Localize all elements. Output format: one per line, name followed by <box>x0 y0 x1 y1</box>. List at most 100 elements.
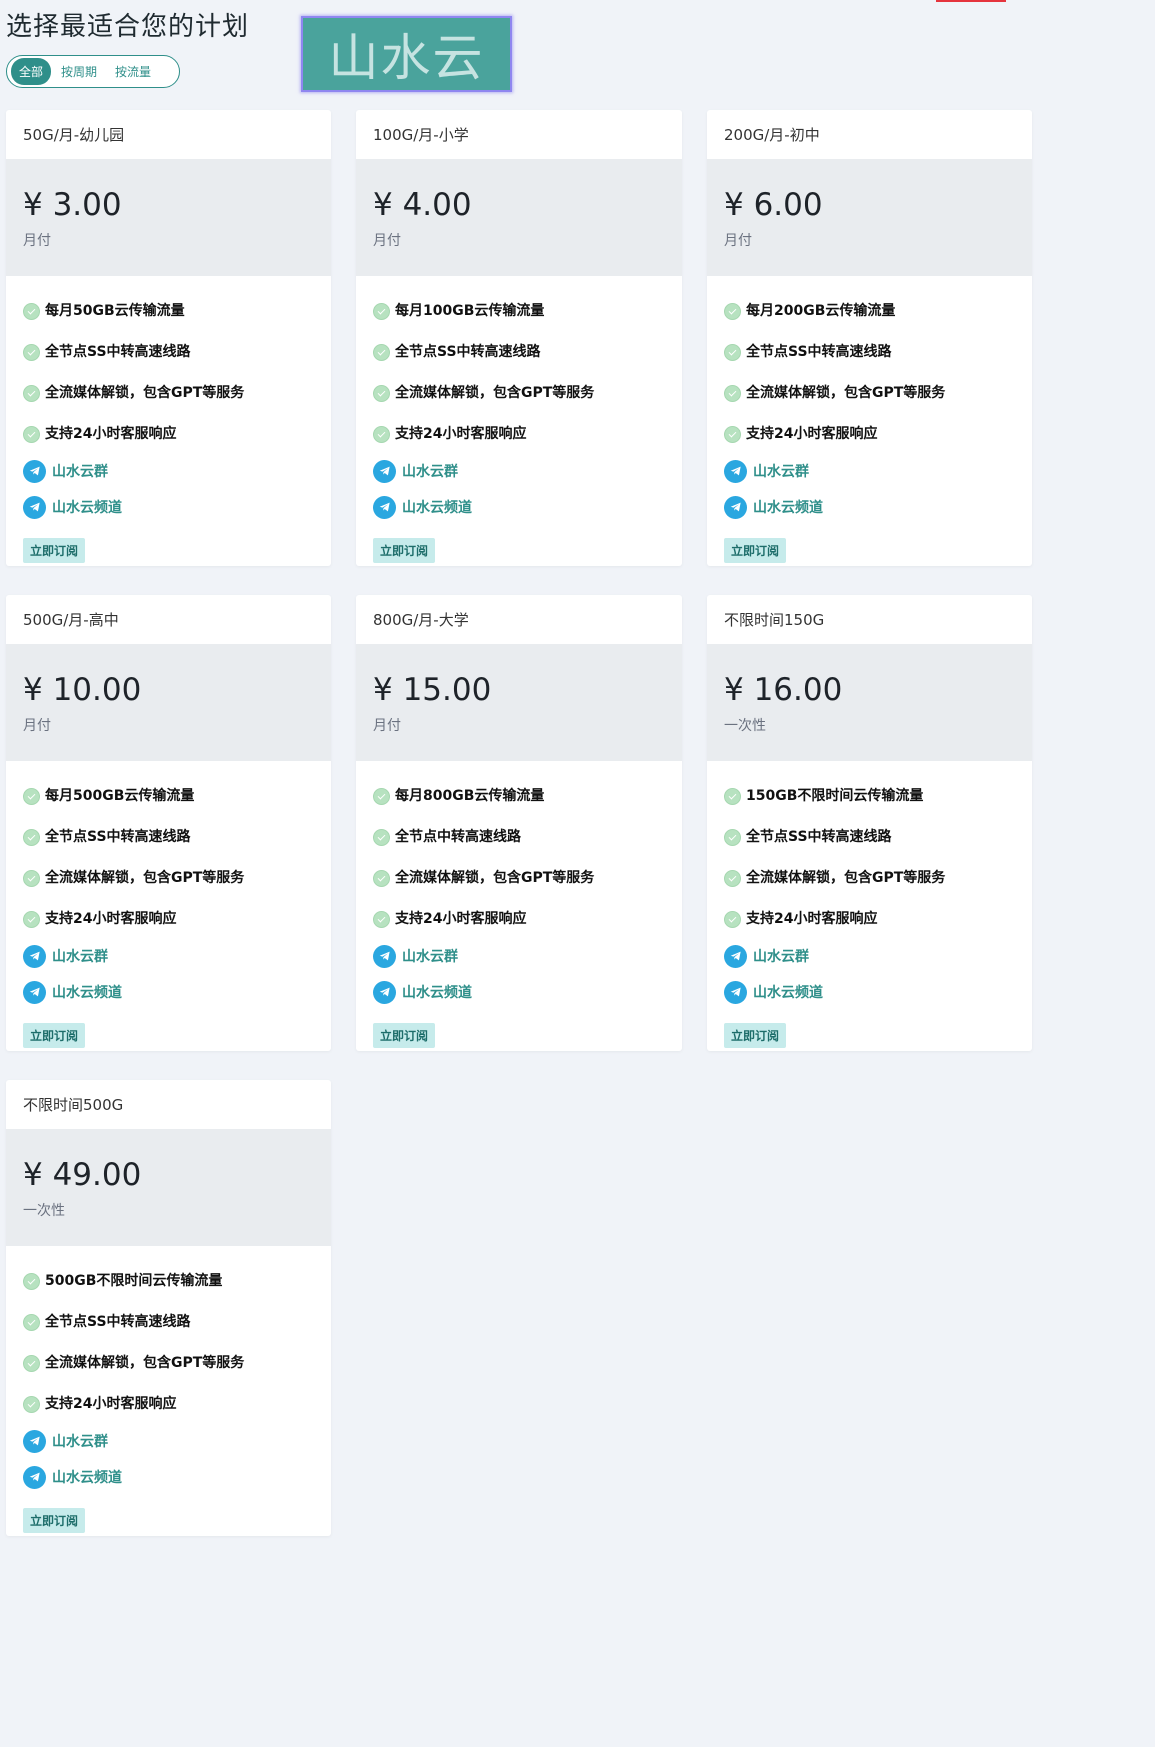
feature-text: 每月100GB云传输流量 <box>395 302 545 319</box>
plan-features: 每月800GB云传输流量 全节点中转高速线路 全流媒体解锁，包含GPT等服务 支… <box>356 761 682 1051</box>
telegram-channel-link[interactable]: 山水云频道 <box>724 974 1015 1010</box>
telegram-channel-label[interactable]: 山水云频道 <box>753 982 823 1002</box>
plan-card: 50G/月-幼儿园 ¥ 3.00 月付 每月50GB云传输流量 全节点SS中转高… <box>6 110 331 566</box>
filter-tab-all[interactable]: 全部 <box>11 58 52 85</box>
telegram-icon <box>23 944 46 968</box>
telegram-channel-label[interactable]: 山水云频道 <box>52 1467 122 1487</box>
feature-item: 每月800GB云传输流量 <box>373 774 665 815</box>
feature-text: 全流媒体解锁，包含GPT等服务 <box>45 1354 245 1371</box>
telegram-channel-label[interactable]: 山水云频道 <box>52 982 122 1002</box>
check-circle-icon <box>23 911 40 928</box>
plan-features: 每月500GB云传输流量 全节点SS中转高速线路 全流媒体解锁，包含GPT等服务… <box>6 761 331 1051</box>
telegram-channel-label[interactable]: 山水云频道 <box>402 497 472 517</box>
feature-item: 全流媒体解锁，包含GPT等服务 <box>373 856 665 897</box>
telegram-group-label[interactable]: 山水云群 <box>402 461 458 481</box>
plan-card: 500G/月-高中 ¥ 10.00 月付 每月500GB云传输流量 全节点SS中… <box>6 595 331 1051</box>
check-circle-icon <box>724 829 741 846</box>
telegram-group-label[interactable]: 山水云群 <box>753 946 809 966</box>
feature-text: 全流媒体解锁，包含GPT等服务 <box>395 384 595 401</box>
page-title: 选择最适合您的计划 <box>6 12 250 42</box>
plan-period: 一次性 <box>724 718 766 734</box>
pricing-page: 选择最适合您的计划 山水云 全部 按周期 按流量 50G/月-幼儿园 ¥ 3.0… <box>0 0 1037 1568</box>
telegram-group-link[interactable]: 山水云群 <box>373 453 665 489</box>
telegram-icon <box>724 495 747 519</box>
telegram-channel-label[interactable]: 山水云频道 <box>753 497 823 517</box>
check-circle-icon <box>724 911 741 928</box>
plan-price-band: ¥ 15.00 月付 <box>356 644 682 761</box>
subscribe-button[interactable]: 立即订阅 <box>23 538 86 563</box>
plan-price-band: ¥ 3.00 月付 <box>6 159 331 276</box>
feature-text: 全节点中转高速线路 <box>395 828 521 845</box>
telegram-channel-label[interactable]: 山水云频道 <box>402 982 472 1002</box>
subscribe-button[interactable]: 立即订阅 <box>373 1023 436 1048</box>
plan-card: 不限时间150G ¥ 16.00 一次性 150GB不限时间云传输流量 全节点S… <box>707 595 1032 1051</box>
plan-name: 800G/月-大学 <box>373 611 469 629</box>
telegram-group-label[interactable]: 山水云群 <box>402 946 458 966</box>
check-circle-icon <box>724 788 741 805</box>
plan-features: 每月50GB云传输流量 全节点SS中转高速线路 全流媒体解锁，包含GPT等服务 … <box>6 276 331 566</box>
telegram-channel-link[interactable]: 山水云频道 <box>373 489 665 525</box>
check-circle-icon <box>373 426 390 443</box>
telegram-channel-link[interactable]: 山水云频道 <box>373 974 665 1010</box>
telegram-icon <box>373 495 396 519</box>
filter-tab-by-traffic[interactable]: 按流量 <box>107 58 159 85</box>
check-circle-icon <box>23 870 40 887</box>
plan-card: 800G/月-大学 ¥ 15.00 月付 每月800GB云传输流量 全节点中转高… <box>356 595 682 1051</box>
feature-text: 支持24小时客服响应 <box>746 910 878 927</box>
feature-text: 支持24小时客服响应 <box>746 425 878 442</box>
telegram-channel-link[interactable]: 山水云频道 <box>724 489 1015 525</box>
telegram-group-label[interactable]: 山水云群 <box>52 946 108 966</box>
telegram-group-link[interactable]: 山水云群 <box>373 938 665 974</box>
feature-item: 全流媒体解锁，包含GPT等服务 <box>724 371 1015 412</box>
feature-item: 全节点SS中转高速线路 <box>23 330 314 371</box>
telegram-icon <box>23 1429 46 1453</box>
feature-text: 全节点SS中转高速线路 <box>746 828 892 845</box>
telegram-group-label[interactable]: 山水云群 <box>52 461 108 481</box>
telegram-group-label[interactable]: 山水云群 <box>753 461 809 481</box>
feature-text: 全流媒体解锁，包含GPT等服务 <box>45 384 245 401</box>
plan-features: 500GB不限时间云传输流量 全节点SS中转高速线路 全流媒体解锁，包含GPT等… <box>6 1246 331 1536</box>
check-circle-icon <box>373 870 390 887</box>
check-circle-icon <box>724 385 741 402</box>
feature-item: 每月50GB云传输流量 <box>23 289 314 330</box>
subscribe-button[interactable]: 立即订阅 <box>373 538 436 563</box>
subscribe-button[interactable]: 立即订阅 <box>23 1023 86 1048</box>
feature-text: 全节点SS中转高速线路 <box>45 343 191 360</box>
check-circle-icon <box>373 911 390 928</box>
plan-period: 月付 <box>23 233 51 249</box>
subscribe-button[interactable]: 立即订阅 <box>724 1023 787 1048</box>
feature-item: 支持24小时客服响应 <box>724 412 1015 453</box>
filter-tab-by-period[interactable]: 按周期 <box>53 58 105 85</box>
telegram-channel-link[interactable]: 山水云频道 <box>23 1459 314 1495</box>
telegram-icon <box>373 459 396 483</box>
feature-item: 支持24小时客服响应 <box>23 897 314 938</box>
telegram-channel-label[interactable]: 山水云频道 <box>52 497 122 517</box>
telegram-icon <box>373 944 396 968</box>
telegram-group-link[interactable]: 山水云群 <box>23 1423 314 1459</box>
feature-text: 全流媒体解锁，包含GPT等服务 <box>395 869 595 886</box>
feature-item: 500GB不限时间云传输流量 <box>23 1259 314 1300</box>
telegram-group-link[interactable]: 山水云群 <box>724 453 1015 489</box>
telegram-channel-link[interactable]: 山水云频道 <box>23 974 314 1010</box>
telegram-group-link[interactable]: 山水云群 <box>23 938 314 974</box>
telegram-group-label[interactable]: 山水云群 <box>52 1431 108 1451</box>
telegram-group-link[interactable]: 山水云群 <box>724 938 1015 974</box>
plan-features: 每月200GB云传输流量 全节点SS中转高速线路 全流媒体解锁，包含GPT等服务… <box>707 276 1032 566</box>
telegram-channel-link[interactable]: 山水云频道 <box>23 489 314 525</box>
subscribe-button[interactable]: 立即订阅 <box>724 538 787 563</box>
telegram-group-link[interactable]: 山水云群 <box>23 453 314 489</box>
check-circle-icon <box>724 303 741 320</box>
top-accent-bar <box>936 0 1006 2</box>
subscribe-button[interactable]: 立即订阅 <box>23 1508 86 1533</box>
check-circle-icon <box>23 303 40 320</box>
plan-card: 200G/月-初中 ¥ 6.00 月付 每月200GB云传输流量 全节点SS中转… <box>707 110 1032 566</box>
plan-card: 不限时间500G ¥ 49.00 一次性 500GB不限时间云传输流量 全节点S… <box>6 1080 331 1536</box>
plan-price-band: ¥ 6.00 月付 <box>707 159 1032 276</box>
plan-price: ¥ 10.00 <box>23 672 142 708</box>
feature-text: 全节点SS中转高速线路 <box>45 828 191 845</box>
plan-name: 100G/月-小学 <box>373 126 469 144</box>
plan-price: ¥ 49.00 <box>23 1157 142 1193</box>
feature-item: 支持24小时客服响应 <box>373 412 665 453</box>
feature-item: 每月200GB云传输流量 <box>724 289 1015 330</box>
feature-text: 每月50GB云传输流量 <box>45 302 185 319</box>
